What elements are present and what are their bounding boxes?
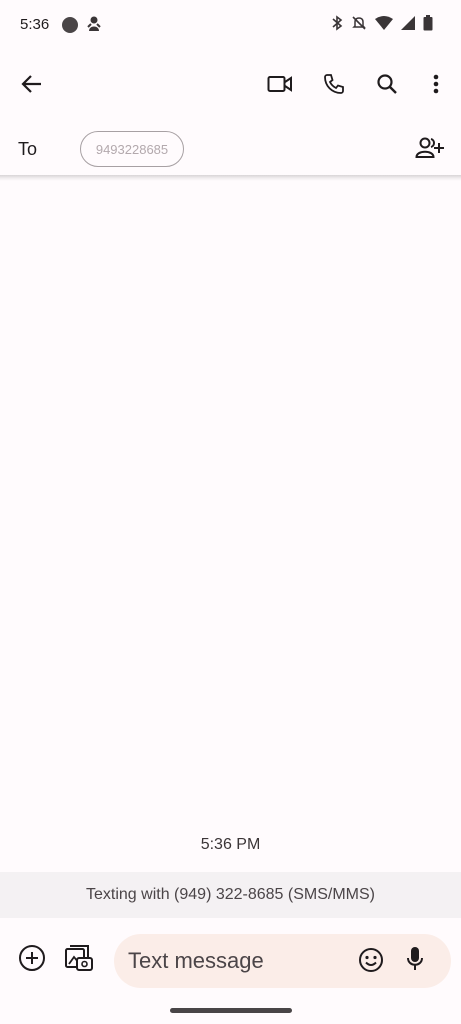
- video-call-icon: [267, 75, 293, 98]
- add-circle-icon: [18, 944, 46, 977]
- back-button[interactable]: [16, 70, 48, 102]
- emoji-button[interactable]: [357, 947, 385, 978]
- circle-icon: [62, 17, 78, 33]
- emoji-icon: [358, 947, 384, 978]
- app-bar: [0, 56, 461, 116]
- search-icon: [376, 73, 398, 100]
- gallery-button[interactable]: [62, 944, 96, 976]
- notification-icon: [86, 15, 102, 33]
- mic-icon: [406, 946, 424, 977]
- header-divider: [0, 175, 461, 181]
- status-bar: 5:36: [0, 0, 461, 50]
- battery-icon: [423, 15, 433, 31]
- phone-icon: [323, 73, 345, 100]
- phone-call-button[interactable]: [318, 70, 350, 102]
- voice-input-button[interactable]: [401, 946, 429, 977]
- search-button[interactable]: [371, 70, 403, 102]
- gallery-icon: [64, 944, 94, 977]
- more-options-button[interactable]: [420, 70, 452, 102]
- wifi-icon: [375, 16, 393, 30]
- compose-bar: [0, 928, 461, 992]
- video-call-button[interactable]: [264, 70, 296, 102]
- status-time: 5:36: [20, 16, 50, 33]
- recipient-chip[interactable]: 9493228685: [80, 131, 184, 167]
- status-icons: [331, 15, 433, 31]
- add-recipient-button[interactable]: [413, 134, 447, 166]
- back-arrow-icon: [21, 74, 43, 99]
- add-attachment-button[interactable]: [16, 944, 48, 976]
- more-vert-icon: [433, 74, 439, 99]
- recipient-row: To 9493228685: [0, 124, 461, 176]
- to-label: To: [18, 139, 38, 159]
- compose-field: [114, 934, 451, 988]
- gesture-nav-handle[interactable]: [170, 1008, 292, 1013]
- bluetooth-icon: [331, 15, 343, 31]
- add-person-icon: [415, 137, 445, 164]
- mute-icon: [351, 15, 367, 31]
- message-timestamp: 5:36 PM: [200, 836, 261, 853]
- texting-with-banner: Texting with (949) 322-8685 (SMS/MMS): [0, 872, 461, 918]
- signal-icon: [401, 16, 415, 30]
- message-input[interactable]: [128, 948, 348, 974]
